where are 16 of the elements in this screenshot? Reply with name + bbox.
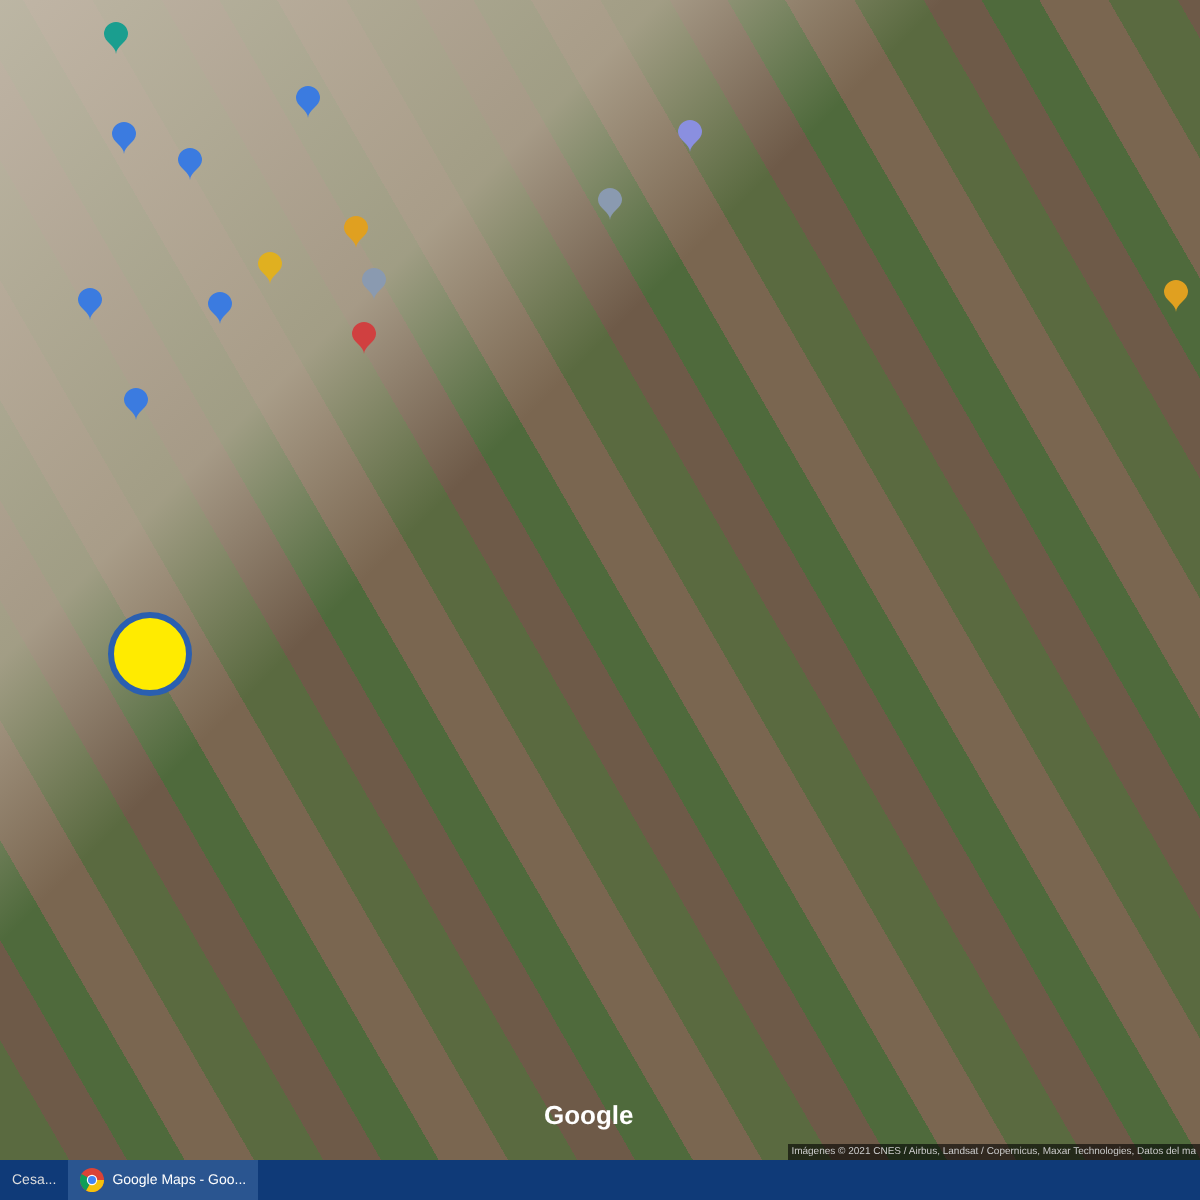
map-pin-icon[interactable] — [112, 122, 136, 154]
map-pin-icon[interactable] — [352, 322, 376, 354]
map-pin-icon[interactable] — [124, 388, 148, 420]
map-pin-icon[interactable] — [258, 252, 282, 284]
map-pin-icon[interactable] — [1164, 280, 1188, 312]
map-logo: Google — [544, 1100, 634, 1130]
map-pin-icon[interactable] — [678, 120, 702, 152]
location-marker-icon — [108, 612, 192, 696]
map-pin-icon[interactable] — [296, 86, 320, 118]
map-pin-icon[interactable] — [178, 148, 202, 180]
map-pin-icon[interactable] — [344, 216, 368, 248]
browser-icon — [80, 1168, 105, 1192]
map-pin-icon[interactable] — [208, 292, 232, 324]
map-pin-icon[interactable] — [104, 22, 128, 54]
map-pin-icon[interactable] — [78, 288, 102, 320]
map-pin-icon[interactable] — [598, 188, 622, 220]
